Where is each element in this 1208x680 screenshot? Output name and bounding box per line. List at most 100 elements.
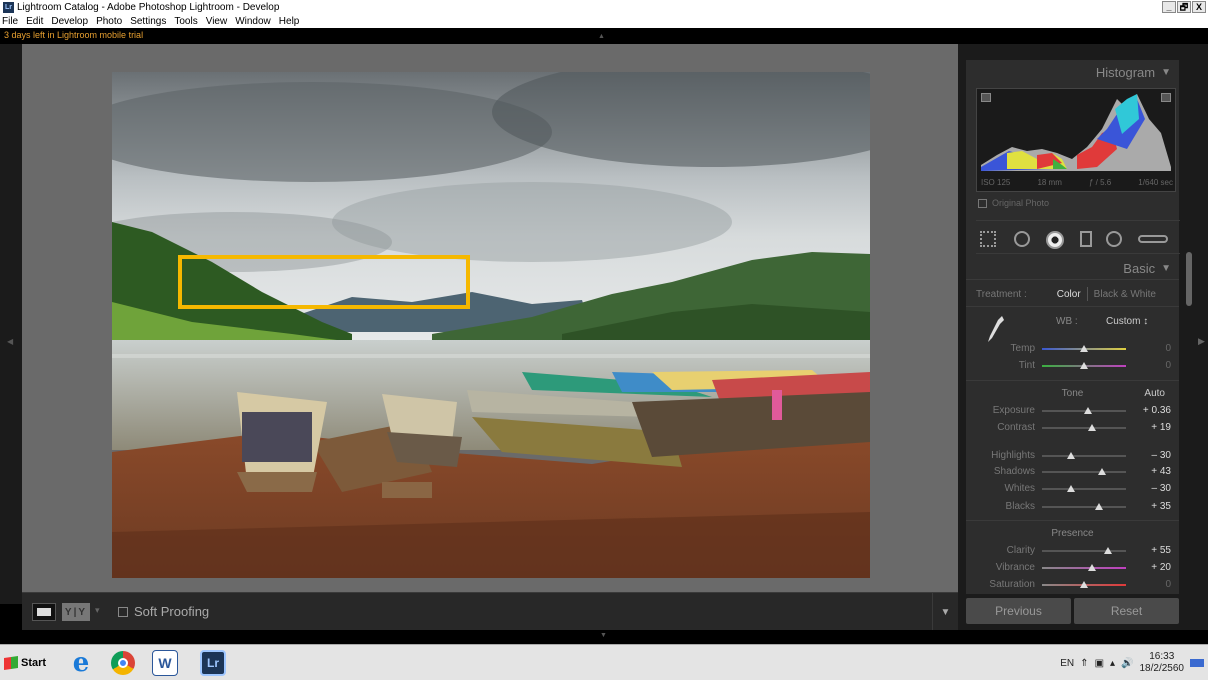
basic-panel-header[interactable]: Basic ▼ bbox=[966, 258, 1179, 280]
toolbar-content-dropdown[interactable]: ▼ bbox=[932, 593, 958, 631]
blacks-slider[interactable]: Blacks + 35 bbox=[966, 500, 1179, 514]
menu-edit[interactable]: Edit bbox=[26, 16, 43, 27]
menu-help[interactable]: Help bbox=[279, 16, 300, 27]
spot-removal-icon[interactable] bbox=[1014, 231, 1030, 247]
temp-track[interactable] bbox=[1042, 345, 1126, 352]
original-photo-toggle[interactable]: Original Photo bbox=[978, 198, 1049, 208]
top-panel-toggle-icon[interactable]: ▲ bbox=[598, 33, 605, 40]
filmstrip-toggle-icon[interactable]: ▼ bbox=[600, 632, 607, 639]
soft-proofing-label[interactable]: Soft Proofing bbox=[134, 604, 209, 619]
right-panel-scrollbar[interactable] bbox=[1186, 252, 1192, 306]
shadows-track[interactable] bbox=[1042, 468, 1126, 475]
contrast-slider[interactable]: Contrast + 19 bbox=[966, 421, 1179, 435]
menu-window[interactable]: Window bbox=[235, 16, 271, 27]
menu-settings[interactable]: Settings bbox=[130, 16, 166, 27]
clock[interactable]: 16:33 18/2/2560 bbox=[1140, 651, 1185, 675]
restore-button[interactable]: 🗗 bbox=[1177, 1, 1191, 13]
wb-selector-eyedropper-icon[interactable] bbox=[986, 314, 1004, 344]
tint-track[interactable] bbox=[1042, 362, 1126, 369]
highlights-track[interactable] bbox=[1042, 452, 1126, 459]
blacks-value[interactable]: + 35 bbox=[1151, 501, 1171, 512]
red-eye-icon[interactable] bbox=[1046, 231, 1064, 249]
main-photo[interactable] bbox=[112, 72, 870, 578]
exposure-track[interactable] bbox=[1042, 407, 1126, 414]
lightroom-taskbar-icon[interactable]: Lr bbox=[200, 650, 226, 676]
menu-tools[interactable]: Tools bbox=[174, 16, 197, 27]
crop-overlay-icon[interactable] bbox=[980, 231, 996, 247]
treatment-bw-button[interactable]: Black & White bbox=[1094, 289, 1156, 300]
mobile-trial-notice[interactable]: 3 days left in Lightroom mobile trial bbox=[4, 30, 143, 40]
tint-value[interactable]: 0 bbox=[1165, 360, 1171, 371]
vibrance-value[interactable]: + 20 bbox=[1151, 562, 1171, 573]
radial-filter-icon[interactable] bbox=[1106, 231, 1122, 247]
whites-thumb[interactable] bbox=[1067, 485, 1076, 492]
close-button[interactable]: X bbox=[1192, 1, 1206, 13]
saturation-slider[interactable]: Saturation 0 bbox=[966, 578, 1179, 592]
show-desktop-button[interactable] bbox=[1190, 659, 1204, 667]
auto-tone-button[interactable]: Auto bbox=[1144, 388, 1165, 399]
shadows-thumb[interactable] bbox=[1098, 468, 1107, 475]
graduated-filter-icon[interactable] bbox=[1080, 231, 1092, 247]
temp-slider[interactable]: Temp 0 bbox=[966, 342, 1179, 356]
previous-button[interactable]: Previous bbox=[966, 598, 1071, 624]
highlights-value[interactable]: – 30 bbox=[1152, 450, 1171, 461]
highlights-thumb[interactable] bbox=[1067, 452, 1076, 459]
vibrance-thumb[interactable] bbox=[1088, 564, 1097, 571]
language-indicator[interactable]: EN bbox=[1060, 658, 1074, 669]
histogram-header[interactable]: Histogram ▼ bbox=[966, 60, 1179, 84]
highlight-clipping-toggle[interactable] bbox=[1161, 93, 1171, 102]
whites-track[interactable] bbox=[1042, 485, 1126, 492]
contrast-thumb[interactable] bbox=[1088, 424, 1097, 431]
chrome-icon[interactable] bbox=[110, 650, 136, 676]
internet-explorer-icon[interactable]: e bbox=[68, 648, 94, 678]
network-device-icon[interactable]: ▣ bbox=[1095, 658, 1104, 669]
right-panel-toggle-icon[interactable]: ▶ bbox=[1198, 336, 1205, 347]
reset-button[interactable]: Reset bbox=[1074, 598, 1179, 624]
contrast-value[interactable]: + 19 bbox=[1151, 422, 1171, 433]
histogram-graph[interactable]: ISO 125 18 mm ƒ / 5.6 1/640 sec bbox=[976, 88, 1176, 192]
loupe-view-button[interactable] bbox=[32, 603, 56, 621]
start-button[interactable]: Start bbox=[4, 652, 54, 674]
shadow-clipping-toggle[interactable] bbox=[981, 93, 991, 102]
adjustment-brush-icon[interactable] bbox=[1138, 235, 1168, 243]
before-after-dropdown-icon[interactable]: ▾ bbox=[95, 605, 100, 616]
saturation-track[interactable] bbox=[1042, 581, 1126, 588]
tint-thumb[interactable] bbox=[1080, 362, 1088, 369]
saturation-thumb[interactable] bbox=[1080, 581, 1088, 588]
menu-photo[interactable]: Photo bbox=[96, 16, 122, 27]
exposure-value[interactable]: + 0.36 bbox=[1143, 405, 1171, 416]
clarity-slider[interactable]: Clarity + 55 bbox=[966, 544, 1179, 558]
highlights-slider[interactable]: Highlights – 30 bbox=[966, 449, 1179, 463]
menu-view[interactable]: View bbox=[206, 16, 228, 27]
before-after-button[interactable]: Y|Y bbox=[62, 603, 90, 621]
vibrance-slider[interactable]: Vibrance + 20 bbox=[966, 561, 1179, 575]
original-photo-checkbox[interactable] bbox=[978, 198, 987, 208]
blacks-thumb[interactable] bbox=[1095, 503, 1104, 510]
menu-file[interactable]: File bbox=[2, 16, 18, 27]
exposure-thumb[interactable] bbox=[1084, 407, 1093, 414]
clarity-track[interactable] bbox=[1042, 547, 1126, 554]
left-panel-toggle-icon[interactable]: ◀ bbox=[7, 337, 13, 346]
clarity-value[interactable]: + 55 bbox=[1151, 545, 1171, 556]
shadows-value[interactable]: + 43 bbox=[1151, 466, 1171, 477]
menu-develop[interactable]: Develop bbox=[51, 16, 88, 27]
temp-value[interactable]: 0 bbox=[1165, 343, 1171, 354]
minimize-button[interactable]: _ bbox=[1162, 1, 1176, 13]
wb-preset-select[interactable]: Custom ↕ bbox=[1106, 316, 1148, 327]
clarity-thumb[interactable] bbox=[1103, 547, 1112, 554]
tint-slider[interactable]: Tint 0 bbox=[966, 359, 1179, 373]
whites-slider[interactable]: Whites – 30 bbox=[966, 482, 1179, 496]
soft-proofing-checkbox[interactable] bbox=[118, 607, 128, 617]
signal-icon[interactable]: ▴ bbox=[1110, 658, 1115, 669]
shadows-slider[interactable]: Shadows + 43 bbox=[966, 465, 1179, 479]
word-icon[interactable]: W bbox=[152, 650, 178, 676]
treatment-color-button[interactable]: Color bbox=[1057, 289, 1081, 300]
blacks-track[interactable] bbox=[1042, 503, 1126, 510]
exposure-slider[interactable]: Exposure + 0.36 bbox=[966, 404, 1179, 418]
vibrance-track[interactable] bbox=[1042, 564, 1126, 571]
saturation-value[interactable]: 0 bbox=[1165, 579, 1171, 590]
temp-thumb[interactable] bbox=[1080, 345, 1088, 352]
whites-value[interactable]: – 30 bbox=[1152, 483, 1171, 494]
volume-icon[interactable]: 🔊 bbox=[1121, 658, 1133, 669]
tray-expand-icon[interactable]: ⇑ bbox=[1080, 658, 1088, 669]
